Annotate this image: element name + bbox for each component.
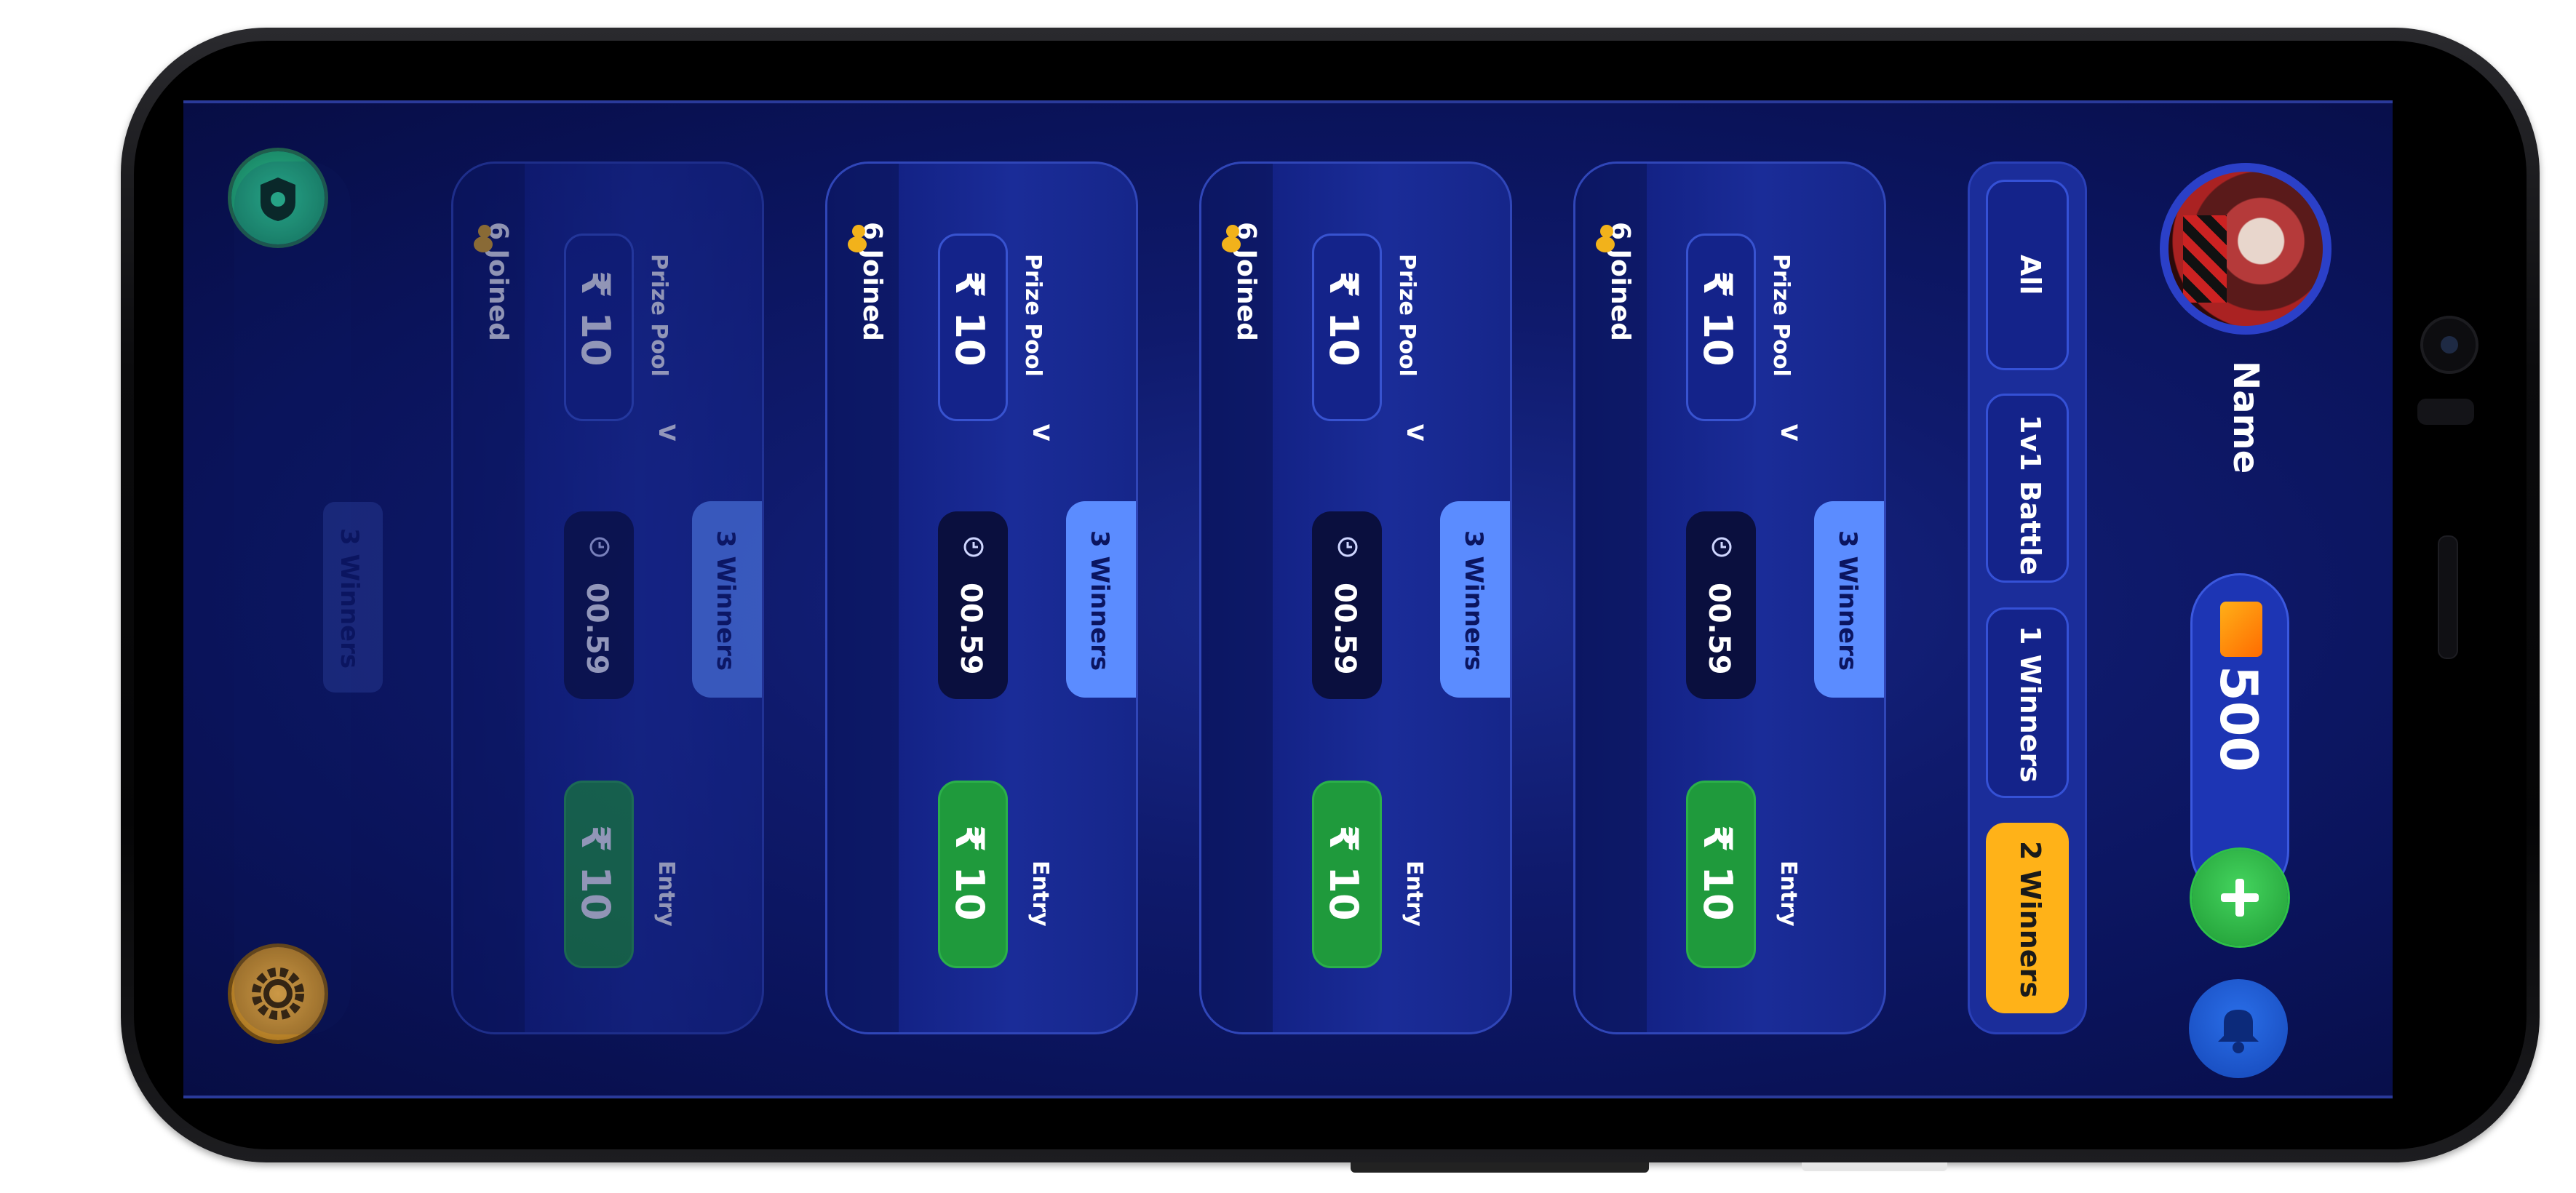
- prize-value: ₹ 10: [1695, 271, 1741, 367]
- entry-button[interactable]: ₹ 10: [564, 781, 634, 968]
- game-card[interactable]: 6 Joined Prize Pool V ₹ 10 00.59 3 Winne…: [451, 161, 764, 1034]
- prize-pool-label: Prize Pool: [646, 254, 672, 377]
- divider-top: [183, 100, 2393, 103]
- app-screen: 3 Winners 6 Joined Prize Pool V ₹ 10 00.…: [183, 100, 2393, 1098]
- ghost-winners-badge: 3 Winners: [323, 502, 383, 693]
- entry-label: Entry: [1402, 861, 1427, 927]
- entry-value: ₹ 10: [947, 825, 993, 921]
- tab-label: 1v1 Battle: [2014, 415, 2046, 575]
- prize-value: ₹ 10: [947, 271, 993, 367]
- people-icon: [848, 225, 872, 254]
- entry-value: ₹ 10: [573, 825, 619, 921]
- entry-button[interactable]: ₹ 10: [1312, 781, 1382, 968]
- entry-label: Entry: [1776, 861, 1801, 927]
- entry-value: ₹ 10: [1695, 825, 1741, 921]
- entry-label: Entry: [653, 861, 679, 927]
- prize-pool-label: Prize Pool: [1768, 254, 1794, 377]
- tab-2-winners[interactable]: 2 Winners: [1986, 823, 2069, 1013]
- winners-label: 3 Winners: [1833, 530, 1862, 671]
- people-icon: [1596, 225, 1621, 254]
- coin-value: 500: [2209, 666, 2268, 773]
- game-card[interactable]: 6 Joined Prize Pool V ₹ 10 00.59 3 Winne…: [825, 161, 1138, 1034]
- divider-bottom: [183, 1096, 2393, 1098]
- entry-value: ₹ 10: [1321, 825, 1367, 921]
- winners-badge: 3 Winners: [1814, 501, 1884, 698]
- winners-label: 3 Winners: [711, 530, 740, 671]
- winners-badge: 3 Winners: [692, 501, 762, 698]
- tab-label: 2 Winners: [2014, 841, 2046, 998]
- entry-button[interactable]: ₹ 10: [938, 781, 1008, 968]
- game-card[interactable]: 6 Joined Prize Pool V ₹ 10 00.59 3 Winne…: [1199, 161, 1512, 1034]
- timer-value: 00.59: [580, 583, 613, 675]
- front-camera: [2420, 316, 2478, 374]
- filter-tabs: All 1v1 Battle 1 Winners 2 Winners: [1968, 161, 2087, 1034]
- prize-value-pill: ₹ 10: [938, 234, 1008, 421]
- chevron-down-icon[interactable]: V: [1027, 424, 1053, 441]
- alarm-clock-icon: [1712, 537, 1732, 557]
- entry-label: Entry: [1027, 861, 1053, 927]
- prize-value-pill: ₹ 10: [564, 234, 634, 421]
- prize-value: ₹ 10: [573, 271, 619, 367]
- chevron-down-icon[interactable]: V: [1402, 424, 1427, 441]
- people-icon: [1222, 225, 1247, 254]
- prize-value-pill: ₹ 10: [1312, 234, 1382, 421]
- earpiece-speaker: [2438, 535, 2458, 659]
- winners-label: 3 Winners: [1085, 530, 1114, 671]
- avatar-image: [2168, 172, 2323, 326]
- timer-pill: 00.59: [564, 511, 634, 699]
- chevron-down-icon[interactable]: V: [653, 424, 679, 441]
- ghost-winners-label: 3 Winners: [335, 528, 364, 669]
- proximity-sensor: [2417, 399, 2474, 425]
- tab-all[interactable]: All: [1986, 180, 2069, 370]
- tab-1v1-battle[interactable]: 1v1 Battle: [1986, 394, 2069, 583]
- notification-button[interactable]: [2189, 979, 2288, 1078]
- phone-side-button-2: [1802, 1162, 1947, 1171]
- timer-pill: 00.59: [1312, 511, 1382, 699]
- prize-value-pill: ₹ 10: [1686, 234, 1756, 421]
- plus-icon: [2221, 879, 2259, 917]
- coin-icon: [2220, 602, 2262, 657]
- bell-icon: [2218, 1010, 2259, 1053]
- timer-pill: 00.59: [938, 511, 1008, 699]
- winners-badge: 3 Winners: [1066, 501, 1136, 698]
- prize-pool-label: Prize Pool: [1020, 254, 1046, 377]
- people-icon: [474, 225, 498, 254]
- avatar[interactable]: [2160, 163, 2331, 335]
- entry-button[interactable]: ₹ 10: [1686, 781, 1756, 968]
- timer-pill: 00.59: [1686, 511, 1756, 699]
- user-name: Name: [2225, 361, 2266, 474]
- winners-badge: 3 Winners: [1440, 501, 1510, 698]
- alarm-clock-icon: [1337, 537, 1358, 557]
- winners-label: 3 Winners: [1459, 530, 1488, 671]
- add-coins-button[interactable]: [2192, 850, 2288, 946]
- tab-label: All: [2014, 255, 2046, 295]
- alarm-clock-icon: [589, 537, 610, 557]
- timer-value: 00.59: [1702, 583, 1736, 675]
- timer-value: 00.59: [1328, 583, 1361, 675]
- timer-value: 00.59: [954, 583, 987, 675]
- prize-pool-label: Prize Pool: [1394, 254, 1420, 377]
- alarm-clock-icon: [963, 537, 984, 557]
- game-card[interactable]: 6 Joined Prize Pool V ₹ 10 00.59 3 Winne…: [1573, 161, 1886, 1034]
- tab-1-winners[interactable]: 1 Winners: [1986, 607, 2069, 798]
- tab-label: 1 Winners: [2014, 626, 2046, 783]
- prize-value: ₹ 10: [1321, 271, 1367, 367]
- chevron-down-icon[interactable]: V: [1776, 424, 1801, 441]
- phone-side-button: [1351, 1162, 1649, 1173]
